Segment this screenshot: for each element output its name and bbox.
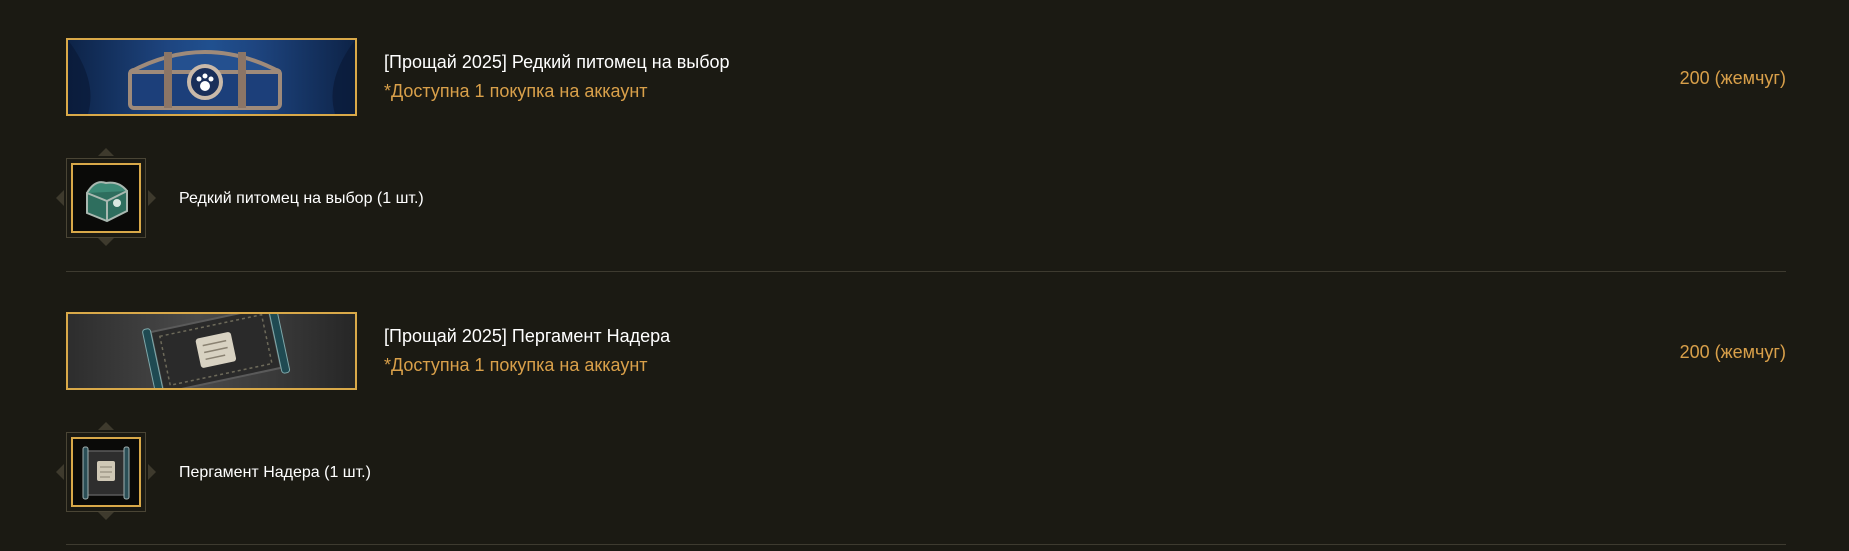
product-title: [Прощай 2025] Пергамент Надера bbox=[384, 326, 671, 346]
slot-ornament bbox=[98, 422, 114, 430]
slot-ornament bbox=[56, 464, 64, 480]
green-chest-icon bbox=[86, 181, 128, 223]
purchase-limit-note: *Доступна 1 покупка на аккаунт bbox=[384, 355, 648, 375]
divider bbox=[66, 544, 1786, 545]
item-label: Пергамент Надера (1 шт.) bbox=[179, 464, 371, 481]
item-slot[interactable] bbox=[66, 158, 146, 238]
product-price: 200 (жемчуг) bbox=[1679, 68, 1786, 88]
item-label: Редкий питомец на выбор (1 шт.) bbox=[179, 190, 424, 207]
purchase-limit-note: *Доступна 1 покупка на аккаунт bbox=[384, 81, 648, 101]
parchment-scroll-icon bbox=[82, 446, 130, 500]
parchment-scroll-banner-icon bbox=[142, 314, 291, 388]
included-item: Редкий питомец на выбор (1 шт.) bbox=[56, 148, 666, 246]
product-banner[interactable] bbox=[66, 38, 357, 116]
slot-ornament bbox=[148, 190, 156, 206]
slot-ornament bbox=[98, 512, 114, 520]
product-title: [Прощай 2025] Редкий питомец на выбор bbox=[384, 52, 730, 72]
slot-ornament bbox=[56, 190, 64, 206]
slot-ornament bbox=[148, 464, 156, 480]
included-item: Пергамент Надера (1 шт.) bbox=[56, 422, 666, 520]
slot-ornament bbox=[98, 238, 114, 246]
slot-ornament bbox=[98, 148, 114, 156]
item-slot[interactable] bbox=[66, 432, 146, 512]
divider bbox=[66, 271, 1786, 272]
product-price: 200 (жемчуг) bbox=[1679, 342, 1786, 362]
product-banner[interactable] bbox=[66, 312, 357, 390]
chest-banner-icon bbox=[68, 40, 355, 114]
